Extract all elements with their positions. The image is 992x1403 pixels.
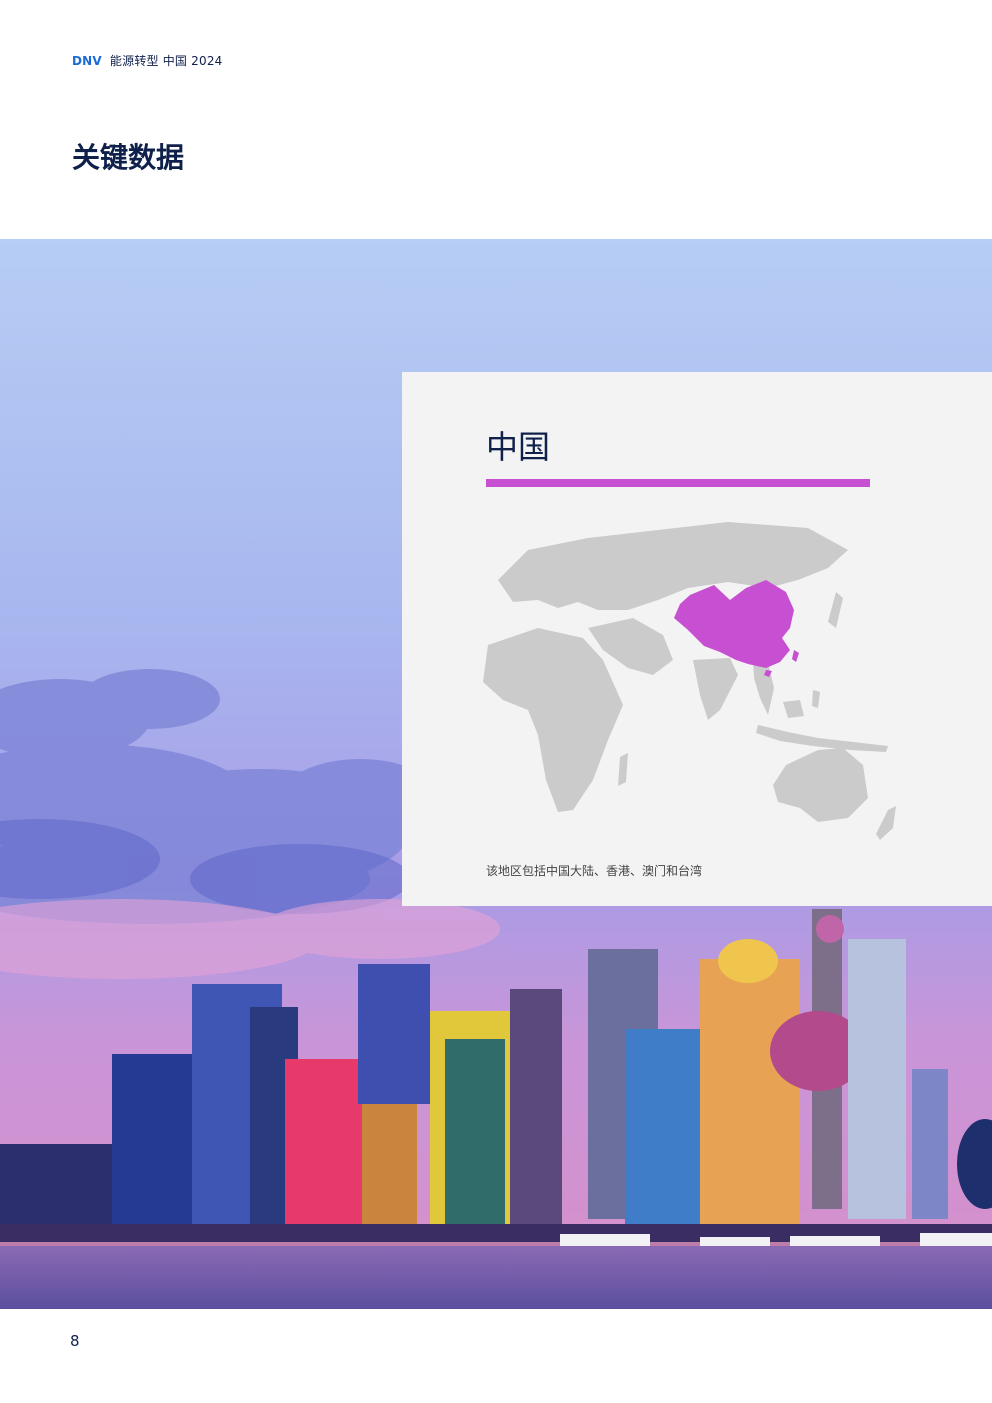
report-name: 能源转型 中国 2024	[109, 54, 223, 68]
world-map	[483, 522, 896, 840]
page-title: 关键数据	[72, 141, 185, 174]
brand-name: DNV	[72, 54, 102, 68]
region-title: 中国	[486, 428, 551, 466]
accent-rule	[486, 479, 870, 487]
running-header: DNV 能源转型 中国 2024	[72, 52, 223, 69]
page-number: 8	[70, 1332, 80, 1350]
map-caption: 该地区包括中国大陆、香港、澳门和台湾	[486, 864, 703, 878]
region-card: 中国 该地区包括中国大陆、香港、澳门和台湾	[402, 372, 992, 906]
